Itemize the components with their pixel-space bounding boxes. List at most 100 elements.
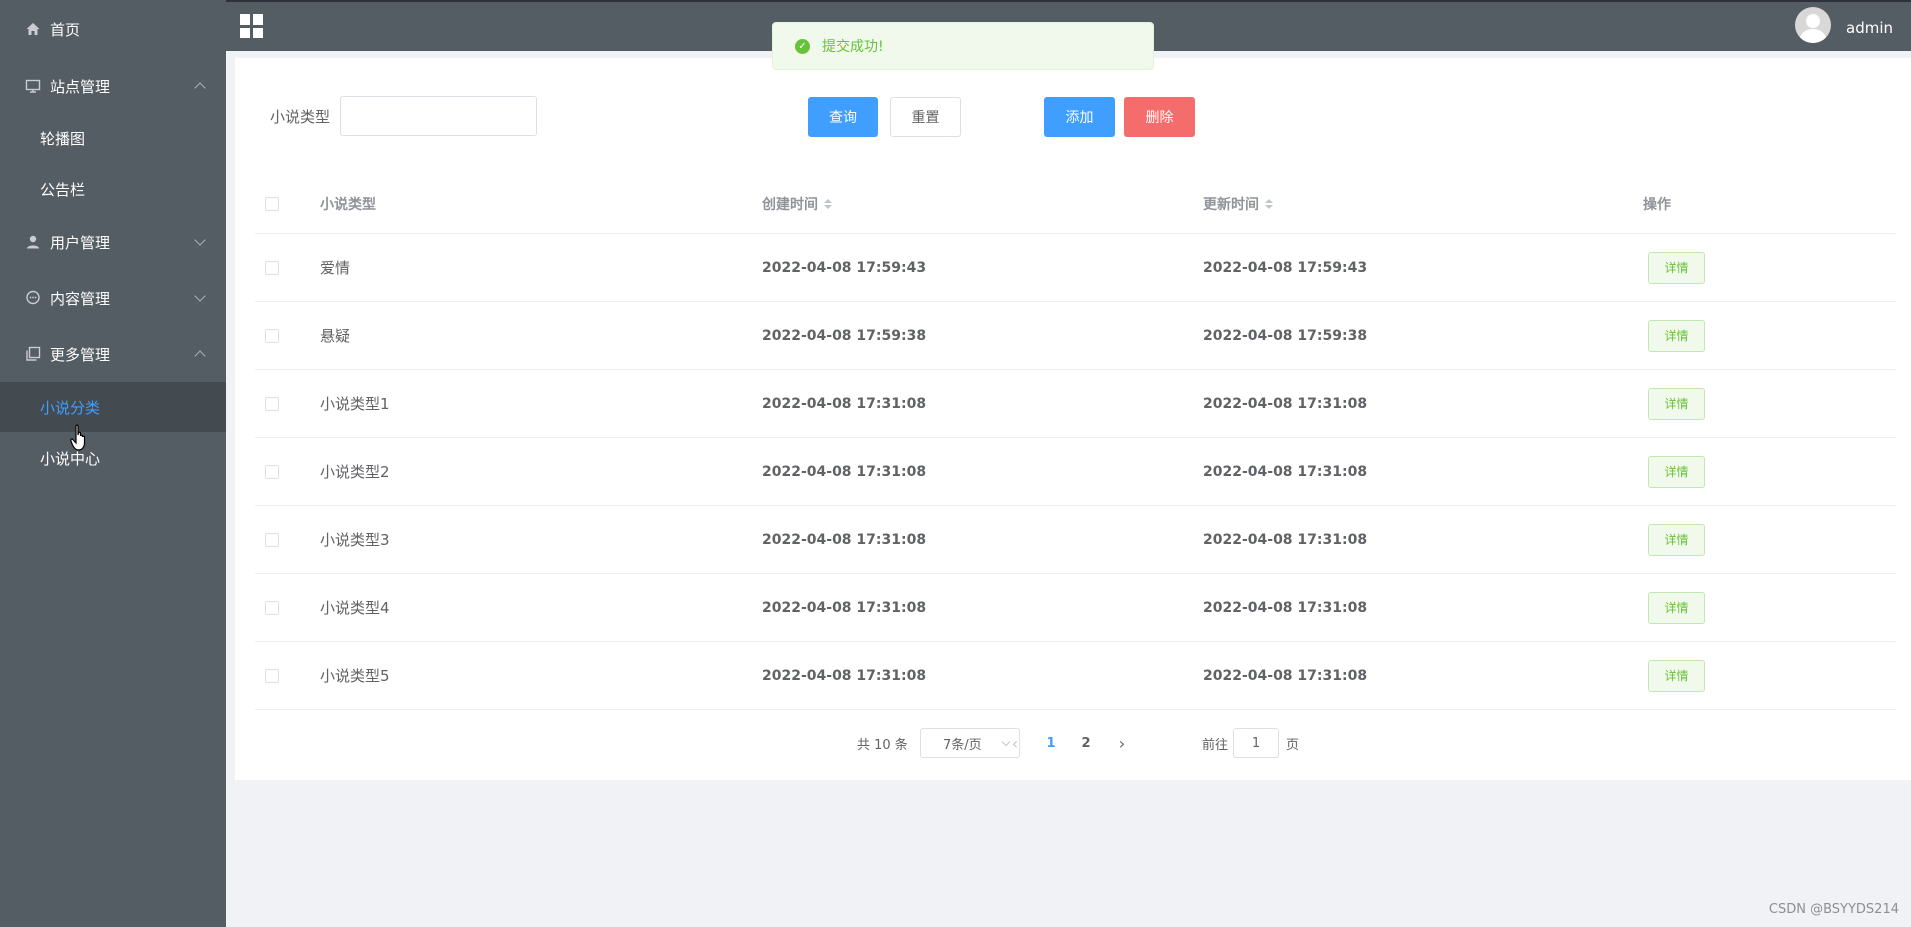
chevron-up-icon [194, 82, 206, 94]
column-header-label: 更新时间 [1203, 196, 1259, 213]
pagination-total: 共 10 条 [857, 737, 908, 753]
cell-updated: 2022-04-08 17:31:08 [1203, 667, 1368, 684]
cell-created: 2022-04-08 17:59:43 [762, 259, 927, 276]
next-page-icon[interactable]: › [1112, 728, 1132, 758]
goto-label: 前往 [1202, 737, 1229, 753]
pagination: 共 10 条 7条/页 ‹ 1 2 › 前往 页 [235, 728, 1911, 760]
main-card: 小说类型 查询 重置 添加 删除 小说类型 创建时间 更新时间 操作 爱情 202… [235, 58, 1911, 780]
sidebar-item-label: 站点管理 [50, 77, 111, 96]
row-checkbox[interactable] [265, 668, 279, 683]
sidebar-item-content-management[interactable]: 内容管理 [0, 272, 226, 324]
sidebar-item-more-management[interactable]: 更多管理 [0, 328, 226, 380]
grid-menu-icon[interactable] [240, 14, 264, 38]
sidebar-item-home[interactable]: 首页 [0, 3, 226, 55]
cell-created: 2022-04-08 17:31:08 [762, 395, 927, 412]
sidebar-subitem-label: 小说分类 [40, 398, 101, 417]
detail-button[interactable]: 详情 [1648, 387, 1705, 420]
reset-button[interactable]: 重置 [890, 97, 961, 137]
row-checkbox[interactable] [265, 532, 279, 547]
copy-icon [24, 345, 42, 363]
cell-type: 爱情 [320, 259, 351, 277]
sort-icon[interactable] [1265, 198, 1273, 209]
chevron-down-icon [194, 290, 206, 302]
table-body: 爱情 2022-04-08 17:59:43 2022-04-08 17:59:43… [255, 234, 1896, 710]
sidebar-item-label: 内容管理 [50, 289, 111, 308]
username[interactable]: admin [1846, 19, 1893, 37]
add-button[interactable]: 添加 [1044, 97, 1115, 137]
cell-type: 小说类型5 [320, 667, 390, 685]
cell-created: 2022-04-08 17:59:38 [762, 327, 927, 344]
sidebar-subitem-notice[interactable]: 公告栏 [0, 164, 226, 214]
table-row: 小说类型4 2022-04-08 17:31:08 2022-04-08 17:31… [255, 574, 1896, 642]
sidebar-subitem-label: 轮播图 [40, 129, 86, 148]
column-header-updated[interactable]: 更新时间 [1203, 174, 1273, 233]
chevron-down-icon [194, 234, 206, 246]
page-2[interactable]: 2 [1076, 728, 1096, 758]
detail-button[interactable]: 详情 [1648, 591, 1705, 624]
query-button[interactable]: 查询 [808, 97, 878, 137]
cell-updated: 2022-04-08 17:31:08 [1203, 395, 1368, 412]
table-row: 小说类型1 2022-04-08 17:31:08 2022-04-08 17:31… [255, 370, 1896, 438]
table-row: 小说类型5 2022-04-08 17:31:08 2022-04-08 17:31… [255, 642, 1896, 710]
monitor-icon [24, 77, 42, 95]
cell-updated: 2022-04-08 17:31:08 [1203, 531, 1368, 548]
row-checkbox[interactable] [265, 328, 279, 343]
row-checkbox[interactable] [265, 600, 279, 615]
cell-created: 2022-04-08 17:31:08 [762, 531, 927, 548]
novel-type-input[interactable] [340, 96, 537, 136]
check-circle-icon: ✓ [795, 38, 810, 54]
delete-button[interactable]: 删除 [1124, 97, 1195, 137]
table-row: 爱情 2022-04-08 17:59:43 2022-04-08 17:59:43… [255, 234, 1896, 302]
sidebar-item-label: 更多管理 [50, 345, 111, 364]
page-1[interactable]: 1 [1041, 728, 1061, 758]
cell-created: 2022-04-08 17:31:08 [762, 599, 927, 616]
chevron-up-icon [194, 350, 206, 362]
sidebar-subitem-carousel[interactable]: 轮播图 [0, 113, 226, 163]
data-table: 小说类型 创建时间 更新时间 操作 爱情 2022-04-08 17:59:43 2… [255, 174, 1896, 710]
page-size-value: 7条/页 [943, 737, 982, 753]
select-all-checkbox[interactable] [265, 196, 279, 211]
home-icon [24, 20, 42, 38]
detail-button[interactable]: 详情 [1648, 523, 1705, 556]
sidebar-item-label: 首页 [50, 20, 81, 39]
success-toast: ✓ 提交成功! [772, 22, 1154, 70]
detail-button[interactable]: 详情 [1648, 251, 1705, 284]
sidebar-item-label: 用户管理 [50, 233, 111, 252]
sort-icon[interactable] [824, 198, 832, 209]
goto-page-input[interactable] [1233, 728, 1279, 758]
detail-button[interactable]: 详情 [1648, 319, 1705, 352]
cell-type: 小说类型1 [320, 395, 390, 413]
user-icon [24, 233, 42, 251]
sidebar-subitem-novel-category[interactable]: 小说分类 [0, 382, 226, 432]
cell-created: 2022-04-08 17:31:08 [762, 463, 927, 480]
table-row: 悬疑 2022-04-08 17:59:38 2022-04-08 17:59:38… [255, 302, 1896, 370]
detail-button[interactable]: 详情 [1648, 455, 1705, 488]
row-checkbox[interactable] [265, 260, 279, 275]
sidebar-subitem-novel-center[interactable]: 小说中心 [0, 433, 226, 483]
table-header: 小说类型 创建时间 更新时间 操作 [255, 174, 1896, 234]
cell-type: 悬疑 [320, 327, 351, 345]
cell-updated: 2022-04-08 17:59:38 [1203, 327, 1368, 344]
sidebar-item-user-management[interactable]: 用户管理 [0, 216, 226, 268]
avatar[interactable] [1795, 7, 1831, 43]
prev-page-icon[interactable]: ‹ [1005, 728, 1025, 758]
column-header-label: 创建时间 [762, 196, 818, 213]
search-label: 小说类型 [270, 108, 331, 126]
row-checkbox[interactable] [265, 396, 279, 411]
row-checkbox[interactable] [265, 464, 279, 479]
cell-type: 小说类型4 [320, 599, 390, 617]
toast-message: 提交成功! [822, 39, 884, 55]
sidebar-item-site-management[interactable]: 站点管理 [0, 60, 226, 112]
page-suffix: 页 [1286, 737, 1300, 753]
table-row: 小说类型2 2022-04-08 17:31:08 2022-04-08 17:31… [255, 438, 1896, 506]
cell-updated: 2022-04-08 17:31:08 [1203, 599, 1368, 616]
detail-button[interactable]: 详情 [1648, 659, 1705, 692]
cell-updated: 2022-04-08 17:31:08 [1203, 463, 1368, 480]
cell-type: 小说类型2 [320, 463, 390, 481]
watermark: CSDN @BSYYDS214 [1768, 902, 1899, 917]
column-header-created[interactable]: 创建时间 [762, 174, 832, 233]
column-header-actions: 操作 [1643, 196, 1671, 213]
sidebar: 首页 站点管理 轮播图 公告栏 用户管理 内容管理 更多管理 小说分类 小说中心 [0, 0, 226, 927]
cell-type: 小说类型3 [320, 531, 390, 549]
chat-icon [24, 289, 42, 307]
